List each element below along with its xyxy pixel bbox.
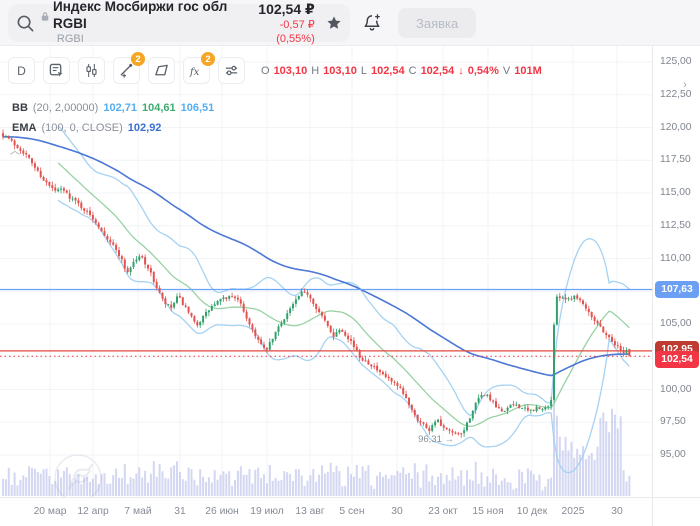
bb-upper-value: 106,51 xyxy=(181,102,215,114)
time-tick: 7 май xyxy=(124,506,151,517)
price-tick: 125,00 xyxy=(660,56,692,67)
price-tick: 112,50 xyxy=(660,220,691,231)
price-tick: 95,00 xyxy=(660,449,686,460)
fx-icon: fx xyxy=(189,64,205,78)
time-tick: 2025 xyxy=(562,506,585,517)
indicator-row-bb[interactable]: BB (20, 2,00000) 102,71 104,61 106,51 xyxy=(12,102,214,114)
favorite-button[interactable] xyxy=(321,8,348,38)
lock-icon xyxy=(41,11,49,22)
time-tick: 30 xyxy=(391,506,402,517)
ema-params: (100, 0, CLOSE) xyxy=(41,122,122,134)
instrument-card[interactable]: Индекс Мосбиржи гос обл RGBI RGBI 102,54… xyxy=(8,4,350,42)
drawing-tools-button[interactable]: 2 xyxy=(113,57,140,84)
time-tick: 10 дек xyxy=(517,506,548,517)
high-value: 103,10 xyxy=(323,65,357,77)
close-label: C xyxy=(409,65,417,77)
shape-tool-button[interactable] xyxy=(148,57,175,84)
price-block: 102,54 ₽ -0,57 ₽ (0,55%) xyxy=(245,0,321,46)
axis-corner xyxy=(652,497,700,526)
low-value: 102,54 xyxy=(371,65,405,77)
bb-name: BB xyxy=(12,102,28,114)
volume-bars xyxy=(2,403,630,496)
indicators-button[interactable]: fx 2 xyxy=(183,57,210,84)
current-price-badge[interactable]: 102,54 xyxy=(655,351,699,368)
low-label: L xyxy=(361,65,367,77)
close-value: 102,54 xyxy=(421,65,455,77)
price-tick: 122,50 xyxy=(660,89,692,100)
indicators-count-badge: 2 xyxy=(201,52,215,66)
search-icon xyxy=(16,14,35,33)
alerts-button[interactable] xyxy=(356,8,388,38)
svg-text:96,31 →: 96,31 → xyxy=(418,434,454,445)
time-tick: 5 сен xyxy=(339,506,364,517)
price-tick: 97,50 xyxy=(660,416,686,427)
price-tick: 115,00 xyxy=(660,187,691,198)
search-button[interactable] xyxy=(10,6,41,40)
blue-level-badge[interactable]: 107,63 xyxy=(655,281,699,298)
chart-layout-button[interactable] xyxy=(43,57,70,84)
last-price: 102,54 ₽ xyxy=(245,0,315,18)
price-change: -0,57 ₽ (0,55%) xyxy=(245,18,315,47)
volume-value: 101M xyxy=(514,65,542,77)
chart-toolbar: D xyxy=(8,57,542,84)
time-tick: 15 ноя xyxy=(472,506,503,517)
ohlc-readout: О 103,10 H 103,10 L 102,54 C 102,54 ↓ 0,… xyxy=(261,65,542,77)
instrument-ticker: RGBI xyxy=(57,33,245,47)
timeframe-label: D xyxy=(17,64,26,78)
price-tick: 105,00 xyxy=(660,318,692,329)
open-label: О xyxy=(261,65,270,77)
time-tick: 31 xyxy=(174,506,185,517)
bell-plus-icon xyxy=(362,13,382,33)
time-tick: 23 окт xyxy=(428,506,457,517)
instrument-header: Индекс Мосбиржи гос обл RGBI RGBI 102,54… xyxy=(0,0,700,46)
collapse-indicators-button[interactable]: ︿ xyxy=(6,142,24,156)
order-button[interactable]: Заявка xyxy=(398,8,476,38)
chart-area[interactable]: 96,31 → D xyxy=(0,46,652,497)
trend-line-plus-icon xyxy=(119,63,134,78)
indicator-lines xyxy=(3,126,629,473)
price-tick: 117,50 xyxy=(660,154,691,165)
ema-value: 102,92 xyxy=(128,122,162,134)
polygon-icon xyxy=(154,63,169,78)
trading-terminal: Индекс Мосбиржи гос обл RGBI RGBI 102,54… xyxy=(0,0,700,526)
instrument-title: Индекс Мосбиржи гос обл RGBI xyxy=(53,0,245,33)
time-tick: 19 июл xyxy=(250,506,284,517)
candlestick-icon xyxy=(84,63,99,78)
chevron-up-icon: ︿ xyxy=(10,146,20,157)
timeframe-button[interactable]: D xyxy=(8,57,35,84)
price-tick: 100,00 xyxy=(660,384,692,395)
sliders-icon xyxy=(224,63,239,78)
bb-middle-value: 104,61 xyxy=(142,102,176,114)
bb-params: (20, 2,00000) xyxy=(33,102,98,114)
chart-settings-button[interactable] xyxy=(218,57,245,84)
svg-text:fx: fx xyxy=(189,67,200,78)
open-value: 103,10 xyxy=(274,65,308,77)
high-label: H xyxy=(311,65,319,77)
star-icon xyxy=(326,15,342,31)
ema-name: EMA xyxy=(12,122,36,134)
time-tick: 12 апр xyxy=(77,506,108,517)
bb-lower-value: 102,71 xyxy=(103,102,137,114)
change-percent: 0,54% xyxy=(468,65,499,77)
indicator-row-ema[interactable]: EMA (100, 0, CLOSE) 102,92 xyxy=(12,122,161,134)
panel-cursor-icon xyxy=(49,63,64,78)
price-tick: 120,00 xyxy=(660,122,692,133)
drawings-count-badge: 2 xyxy=(131,52,145,66)
price-tick: 110,00 xyxy=(660,253,691,264)
candles xyxy=(2,129,630,437)
change-arrow-icon: ↓ xyxy=(458,65,464,77)
time-tick: 20 мар xyxy=(34,506,67,517)
time-axis[interactable]: 20 мар 12 апр 7 май 31 26 июн 19 июл 13 авг 5 с… xyxy=(0,497,652,526)
chart-type-button[interactable] xyxy=(78,57,105,84)
volume-label: V xyxy=(503,65,510,77)
time-tick: 13 авг xyxy=(295,506,324,517)
price-axis[interactable]: › 125,00122,50120,00117,50115,00112,5011… xyxy=(652,46,700,497)
time-tick: 26 июн xyxy=(205,506,238,517)
time-tick: 30 xyxy=(611,506,622,517)
instrument-title-block: Индекс Мосбиржи гос обл RGBI RGBI xyxy=(41,0,245,47)
low-annotation[interactable]: 96,31 → xyxy=(418,434,454,445)
